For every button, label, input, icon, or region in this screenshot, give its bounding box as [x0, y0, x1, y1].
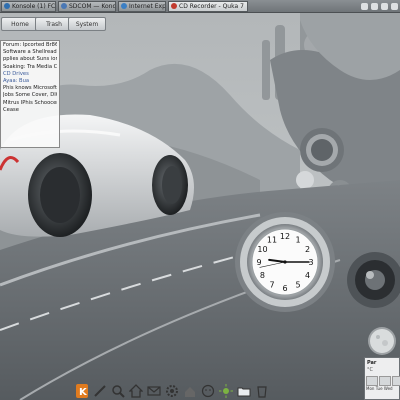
clock-numeral: 1	[295, 235, 300, 244]
weather-city: Par	[367, 360, 377, 366]
desktop-button-system[interactable]: System	[68, 17, 106, 31]
weather-panel[interactable]: Par °C Mon Tue Wed	[364, 357, 400, 400]
clock-numeral: 4	[305, 271, 310, 280]
news-item[interactable]: Jobs Some Cover, DIGa Mele	[3, 92, 57, 99]
tray-icon[interactable]	[371, 2, 378, 10]
clock-numeral: 11	[267, 235, 277, 244]
news-item[interactable]: Software a Shellreading thy	[3, 49, 57, 56]
forecast-icon	[379, 376, 391, 386]
bottom-dock: K	[70, 376, 330, 400]
house-icon[interactable]	[182, 382, 198, 400]
tray-icon[interactable]	[381, 2, 388, 10]
forecast-day: Tue	[375, 386, 383, 391]
sun-icon[interactable]	[218, 382, 234, 400]
task-label: Internet Explorer	[129, 2, 166, 10]
folder-icon[interactable]	[236, 382, 252, 400]
clock-numeral: 2	[305, 245, 310, 254]
forecast-day: Mon	[366, 386, 375, 391]
news-item[interactable]: Mitrus IPhis Schoocersatis a	[3, 100, 57, 107]
search-icon[interactable]	[110, 382, 126, 400]
tray-icon[interactable]	[361, 2, 368, 10]
moon-icon	[368, 327, 396, 355]
taskbar-task-active[interactable]: CD Recorder - Quka 7	[168, 0, 248, 12]
k-menu-icon[interactable]: K	[74, 382, 90, 400]
browser-icon	[121, 3, 127, 9]
news-item[interactable]: Soaking: Tra Media CI inexed	[3, 64, 57, 71]
weather-temp: °C	[367, 367, 373, 373]
clock-center	[283, 260, 287, 264]
clock-numeral: 7	[269, 281, 274, 290]
clock-numeral: 5	[295, 281, 300, 290]
news-item[interactable]: Cease	[3, 107, 57, 114]
face-icon[interactable]	[200, 382, 216, 400]
svg-text:K: K	[79, 387, 88, 398]
trash-icon[interactable]	[254, 382, 270, 400]
news-item[interactable]: CD Drives	[3, 71, 57, 78]
forecast-icon	[366, 376, 378, 386]
analog-clock-widget: 1234567891011 12	[251, 228, 319, 296]
task-label: CD Recorder - Quka 7	[179, 2, 244, 10]
taskbar-task[interactable]: Internet Explorer	[118, 0, 166, 12]
taskbar-task[interactable]: SDCOM — Konqueror	[58, 0, 116, 12]
top-taskbar: Konsole (1) FC SDCOM — Konqueror Interne…	[0, 0, 400, 13]
system-tray	[361, 2, 400, 10]
news-item[interactable]: Forum: Ipcorted Br86 linux	[3, 42, 57, 49]
konsole-icon	[4, 3, 10, 9]
weather-widget: Par °C Mon Tue Wed	[362, 325, 400, 400]
forecast-icon	[392, 376, 400, 386]
clock-numeral: 10	[257, 245, 267, 254]
news-ticker-widget: Forum: Ipcorted Br86 linux Software a Sh…	[0, 40, 60, 148]
clock-numeral: 9	[256, 258, 261, 267]
news-item[interactable]: Phis knows Microsoft in Ina	[3, 85, 57, 92]
task-label: Konsole (1) FC	[12, 2, 56, 10]
home-icon[interactable]	[128, 382, 144, 400]
forecast-day: Wed	[383, 386, 393, 391]
brush-icon[interactable]	[92, 382, 108, 400]
clock-numeral: 8	[260, 271, 265, 280]
desktop-button-home[interactable]: Home	[1, 17, 39, 31]
news-item[interactable]: pplies about Suns ionusces	[3, 56, 57, 63]
gear-icon[interactable]	[164, 382, 180, 400]
clock-numeral: 6	[282, 284, 287, 293]
mail-icon[interactable]	[146, 382, 162, 400]
forecast-days	[366, 376, 400, 386]
task-label: SDCOM — Konqueror	[69, 2, 116, 10]
cd-recorder-icon	[171, 3, 177, 9]
news-item[interactable]: Ayaa: Bua	[3, 78, 57, 85]
forecast-labels: Mon Tue Wed	[366, 386, 393, 391]
konqueror-icon	[61, 3, 67, 9]
clock-numeral: 12	[280, 232, 290, 241]
tray-icon[interactable]	[391, 2, 398, 10]
taskbar-task[interactable]: Konsole (1) FC	[1, 0, 56, 12]
